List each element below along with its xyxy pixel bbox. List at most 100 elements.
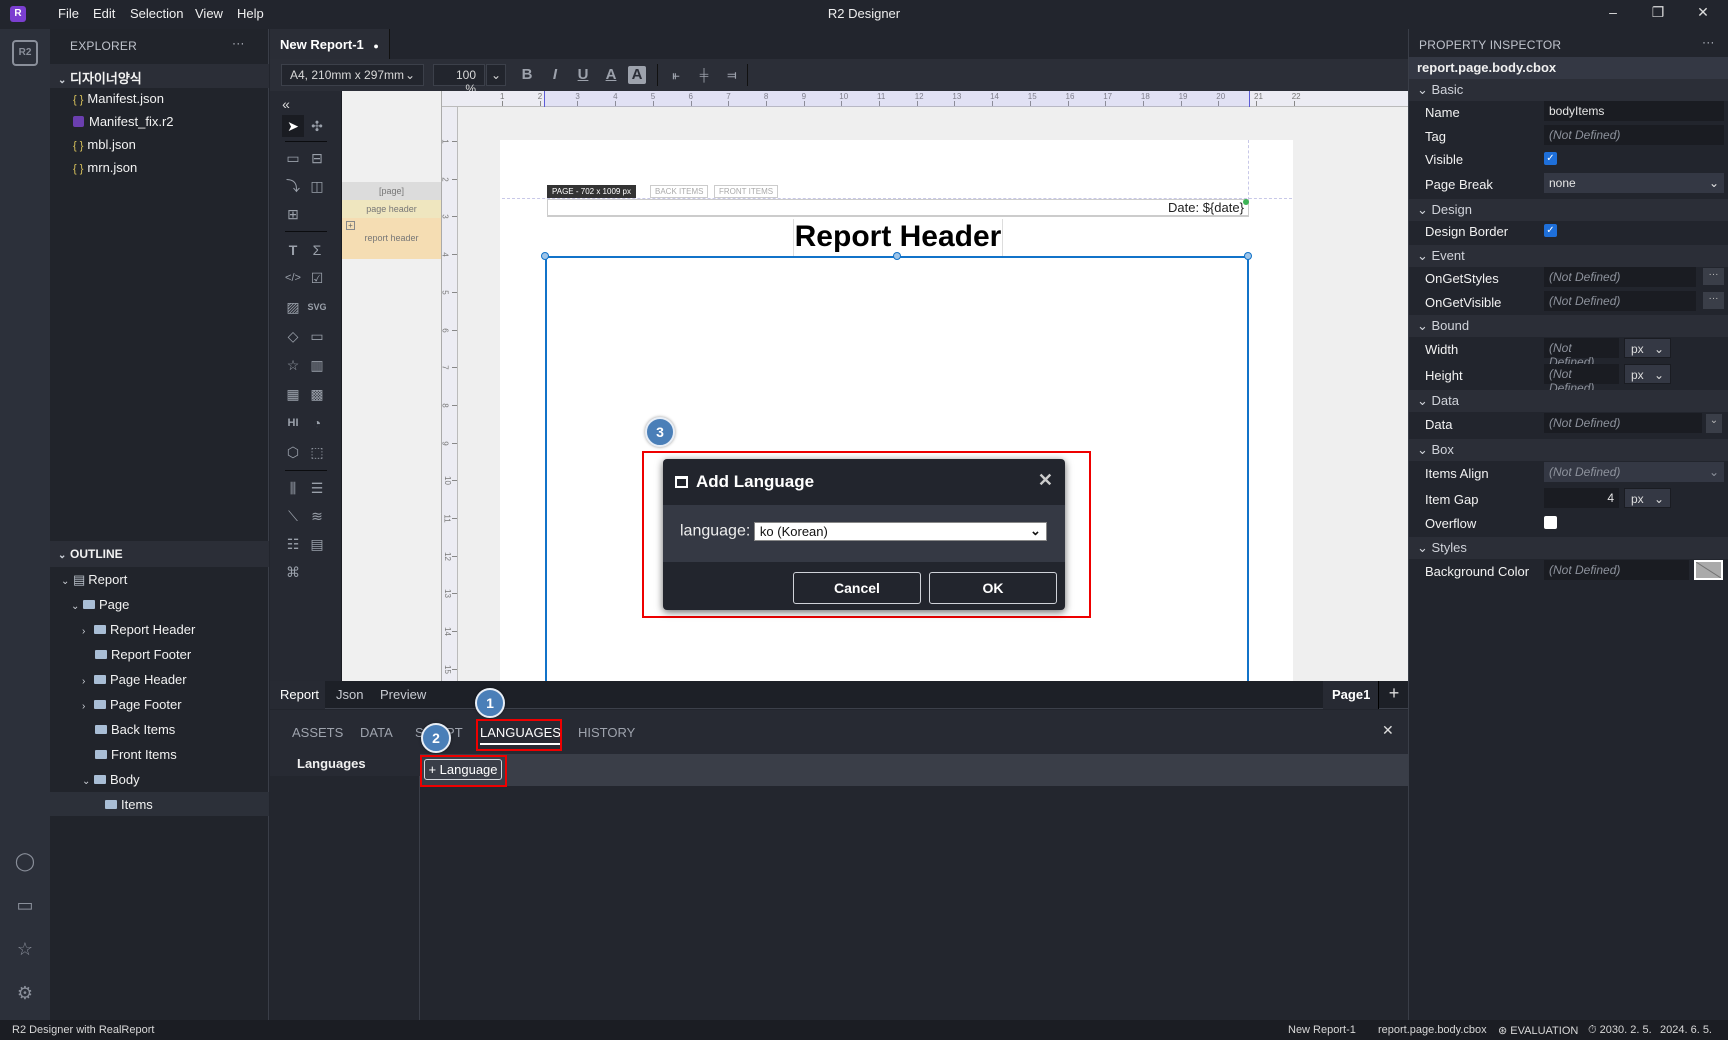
feedback-icon[interactable]: ☆ <box>12 936 38 962</box>
section-event[interactable]: ⌄ Event <box>1409 245 1728 267</box>
checkbox-tool-icon[interactable]: ☑ <box>306 267 328 289</box>
section-box[interactable]: ⌄ Box <box>1409 439 1728 461</box>
barcode-tool-icon[interactable]: ▥ <box>306 354 328 376</box>
align-right-icon[interactable]: ⫤ <box>721 64 743 86</box>
list-box-icon[interactable]: ☷ <box>282 533 304 555</box>
zoom-input[interactable]: 100 % <box>433 64 485 96</box>
bold-button[interactable]: B <box>516 64 538 86</box>
table-icon[interactable]: ⊞ <box>282 203 304 225</box>
page-tab-page1[interactable]: Page1 <box>1323 681 1379 709</box>
font-color-button[interactable]: A <box>600 64 622 86</box>
prop-items-align-select[interactable]: (Not Defined) ⌄ <box>1544 462 1724 482</box>
shape-tool-icon[interactable]: ◇ <box>282 325 304 347</box>
prop-data-input[interactable]: (Not Defined) <box>1544 413 1702 433</box>
svg-tool-icon[interactable]: SVG <box>306 296 328 318</box>
data-dropdown-button[interactable]: ⌄ <box>1706 414 1722 433</box>
add-page-button[interactable]: + <box>1381 683 1407 707</box>
resize-handle[interactable] <box>1244 252 1252 260</box>
outline-item-report-footer[interactable]: Report Footer <box>95 647 191 662</box>
layer-box-icon[interactable]: ≋ <box>306 505 328 527</box>
resize-handle[interactable] <box>893 252 901 260</box>
color-picker-swatch[interactable] <box>1694 560 1723 580</box>
pointer-tool-icon[interactable]: ➤ <box>282 115 304 137</box>
frame-tool-icon[interactable]: ⬚ <box>306 441 328 463</box>
explorer-more-button[interactable]: ··· <box>232 36 245 50</box>
zoom-dropdown-button[interactable]: ⌄ <box>486 64 506 86</box>
line-tool-icon[interactable]: ⟍ <box>282 505 304 527</box>
band-label-page[interactable]: [page] <box>342 182 441 200</box>
band-icon[interactable]: ▭ <box>282 147 304 169</box>
outline-header[interactable]: ⌄ OUTLINE <box>58 547 123 561</box>
outline-item-page-footer[interactable]: › Page Footer <box>82 697 182 712</box>
section-design[interactable]: ⌄ Design <box>1409 199 1728 221</box>
restore-button[interactable]: ❐ <box>1643 4 1673 24</box>
edit-script-button[interactable]: ··· <box>1703 292 1724 309</box>
section-bound[interactable]: ⌄ Bound <box>1409 315 1728 337</box>
r2-logo-icon[interactable]: R2 <box>12 40 38 66</box>
gift-icon[interactable]: ▭ <box>12 892 38 918</box>
section-styles[interactable]: ⌄ Styles <box>1409 537 1728 559</box>
menu-selection[interactable]: Selection <box>130 6 183 21</box>
settings-icon[interactable]: ⚙ <box>12 980 38 1006</box>
cancel-button[interactable]: Cancel <box>793 572 921 604</box>
expand-icon[interactable]: + <box>346 221 355 230</box>
file-item[interactable]: Manifest_fix.r2 <box>73 114 174 129</box>
highchart-tool-icon[interactable]: HI <box>282 412 304 434</box>
prop-overflow-checkbox[interactable] <box>1544 516 1557 529</box>
outline-item-back-items[interactable]: Back Items <box>95 722 175 737</box>
row-box-icon[interactable]: ☰ <box>306 477 328 499</box>
tree-tool-icon[interactable]: ⌘ <box>282 561 304 583</box>
datamatrix-tool-icon[interactable]: ▩ <box>306 383 328 405</box>
text-tool-icon[interactable]: T <box>282 239 304 261</box>
close-panel-button[interactable]: ✕ <box>1382 722 1394 739</box>
realchart-tool-icon[interactable]: ◔ <box>306 412 328 434</box>
prop-width-input[interactable]: (Not Defined) <box>1544 338 1619 369</box>
prop-background-color-input[interactable]: (Not Defined) <box>1544 560 1689 580</box>
close-window-button[interactable]: ✕ <box>1688 4 1718 24</box>
language-select[interactable]: ko (Korean) ⌄ <box>753 522 1047 541</box>
collapse-toolbox-button[interactable]: « <box>275 93 297 115</box>
stack-box-icon[interactable]: ▤ <box>306 533 328 555</box>
prop-design-border-checkbox[interactable]: ✓ <box>1544 224 1557 237</box>
resize-handle[interactable] <box>1243 199 1249 205</box>
tab-new-report[interactable]: New Report-1 ● <box>270 29 390 59</box>
move-tool-icon[interactable]: ✣ <box>306 115 328 137</box>
italic-button[interactable]: I <box>544 64 566 86</box>
outline-item-report[interactable]: ⌄ ▤ Report <box>61 572 127 588</box>
prop-tag-input[interactable]: (Not Defined) <box>1544 125 1724 145</box>
align-center-icon[interactable]: ╪ <box>693 64 715 86</box>
html-tool-icon[interactable]: </> <box>282 267 304 289</box>
prop-item-gap-unit-select[interactable]: px ⌄ <box>1624 488 1671 508</box>
prop-ongetstyles-input[interactable]: (Not Defined) <box>1544 267 1696 287</box>
outline-item-page-header[interactable]: › Page Header <box>82 672 187 687</box>
align-left-icon[interactable]: ⫦ <box>665 64 687 86</box>
paper-size-select[interactable]: A4, 210mm x 297mm ⌄ <box>281 64 424 86</box>
tab-report[interactable]: Report <box>280 687 319 702</box>
page-size-tab[interactable]: PAGE - 702 x 1009 px <box>547 185 637 198</box>
prop-name-input[interactable]: bodyItems <box>1544 101 1724 121</box>
table-band-icon[interactable]: ⊟ <box>306 147 328 169</box>
star-tool-icon[interactable]: ☆ <box>282 354 304 376</box>
tab-json[interactable]: Json <box>336 687 363 702</box>
edit-script-button[interactable]: ··· <box>1703 268 1724 285</box>
page-header-band[interactable] <box>547 199 1249 217</box>
section-data[interactable]: ⌄ Data <box>1409 390 1728 412</box>
background-color-button[interactable]: A <box>628 66 646 84</box>
columns-band-icon[interactable]: ◫ <box>306 175 328 197</box>
file-item[interactable]: { } mrn.json <box>73 160 137 175</box>
box-tool-icon[interactable]: ▭ <box>306 325 328 347</box>
report-header-title[interactable]: Report Header <box>793 219 1003 256</box>
band-label-page-header[interactable]: page header <box>342 200 441 218</box>
account-icon[interactable]: ◯ <box>12 848 38 874</box>
section-basic[interactable]: ⌄ Basic <box>1409 79 1728 101</box>
column-box-icon[interactable]: ⫼ <box>282 477 304 499</box>
file-item[interactable]: { } mbl.json <box>73 137 136 152</box>
prop-item-gap-input[interactable]: 4 <box>1544 488 1619 508</box>
tab-assets[interactable]: ASSETS <box>292 725 343 740</box>
group-band-icon[interactable]: ⤵ <box>282 175 304 197</box>
back-items-tab[interactable]: BACK ITEMS <box>650 185 709 198</box>
file-item[interactable]: { } Manifest.json <box>73 91 164 106</box>
resize-handle[interactable] <box>541 252 549 260</box>
menu-file[interactable]: File <box>58 6 79 21</box>
ok-button[interactable]: OK <box>929 572 1057 604</box>
